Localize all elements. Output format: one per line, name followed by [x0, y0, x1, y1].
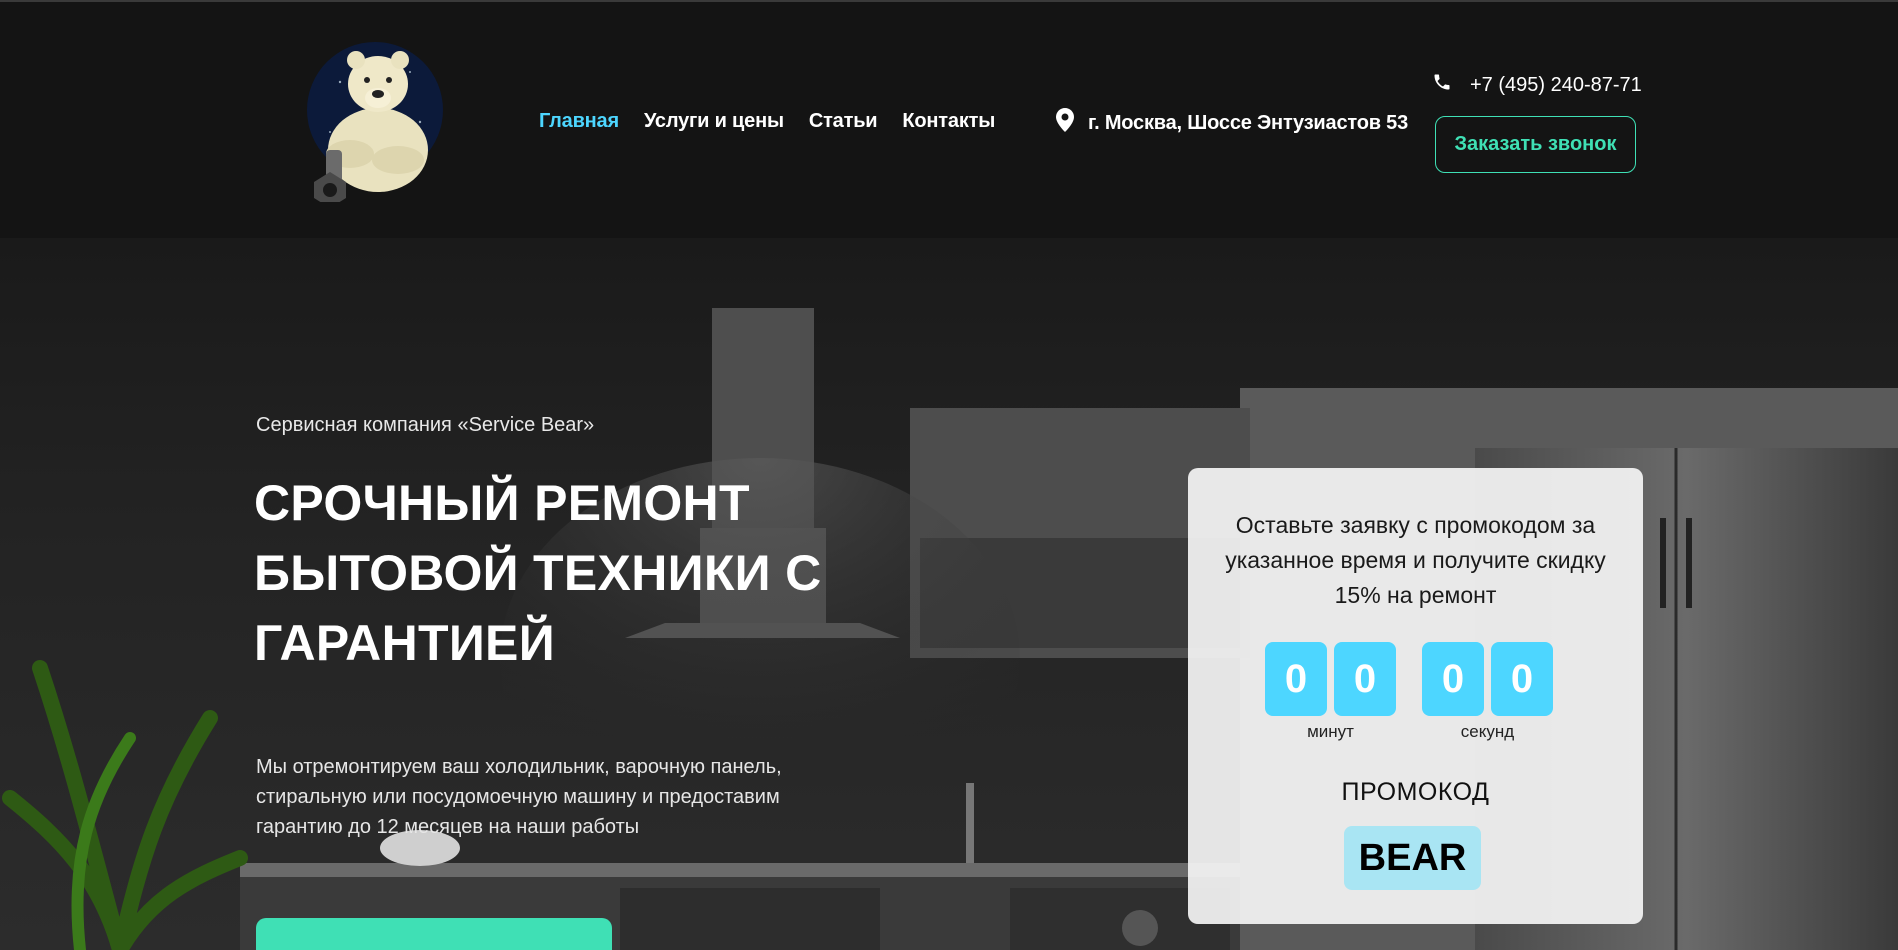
promo-code-value[interactable]: BEAR: [1344, 826, 1481, 890]
hero-subtitle: Сервисная компания «Service Bear»: [256, 414, 595, 436]
hero-section: Сервисная компания «Service Bear» Срочны…: [0, 238, 1898, 950]
promo-card-text: Оставьте заявку с промокодом за указанно…: [1225, 512, 1606, 608]
promo-code-label: ПРОМОКОД: [1341, 778, 1490, 806]
timer-digit: 0: [1422, 642, 1484, 716]
nav-item-home[interactable]: Главная: [539, 110, 619, 133]
timer-minutes: 0 0 минут: [1265, 642, 1396, 742]
polar-bear-logo[interactable]: [300, 32, 450, 208]
timer-seconds: 0 0 секунд: [1422, 642, 1553, 742]
address-block: г. Москва, Шоссе Энтузиастов 53: [1056, 108, 1408, 138]
address-text: г. Москва, Шоссе Энтузиастов 53: [1088, 111, 1409, 134]
phone-icon: [1432, 72, 1452, 98]
nav-item-articles[interactable]: Статьи: [809, 110, 878, 133]
timer-minutes-label: минут: [1307, 722, 1354, 741]
timer-digit: 0: [1491, 642, 1553, 716]
nav-item-services[interactable]: Услуги и цены: [644, 110, 784, 133]
main-nav: Главная Услуги и цены Статьи Контакты: [539, 110, 995, 133]
phone-link[interactable]: +7 (495) 240-87-71: [1470, 74, 1642, 97]
nav-item-contacts[interactable]: Контакты: [902, 110, 995, 133]
hero-headline: Срочный ремонт бытовой техники с гаранти…: [254, 475, 822, 671]
promo-card: Оставьте заявку с промокодом за указанно…: [1188, 468, 1643, 924]
timer-seconds-label: секунд: [1460, 722, 1515, 741]
hero-cta-button[interactable]: [256, 918, 612, 950]
map-pin-icon: [1056, 108, 1074, 138]
order-call-button[interactable]: Заказать звонок: [1435, 116, 1636, 173]
phone-block: +7 (495) 240-87-71: [1432, 72, 1642, 98]
site-header: Главная Услуги и цены Статьи Контакты г.…: [0, 2, 1898, 238]
hero-description: Мы отремонтируем ваш холодильник, варочн…: [256, 756, 782, 838]
countdown-timer: 0 0 минут 0 0 секунд: [1265, 642, 1553, 742]
timer-digit: 0: [1265, 642, 1327, 716]
timer-digit: 0: [1334, 642, 1396, 716]
